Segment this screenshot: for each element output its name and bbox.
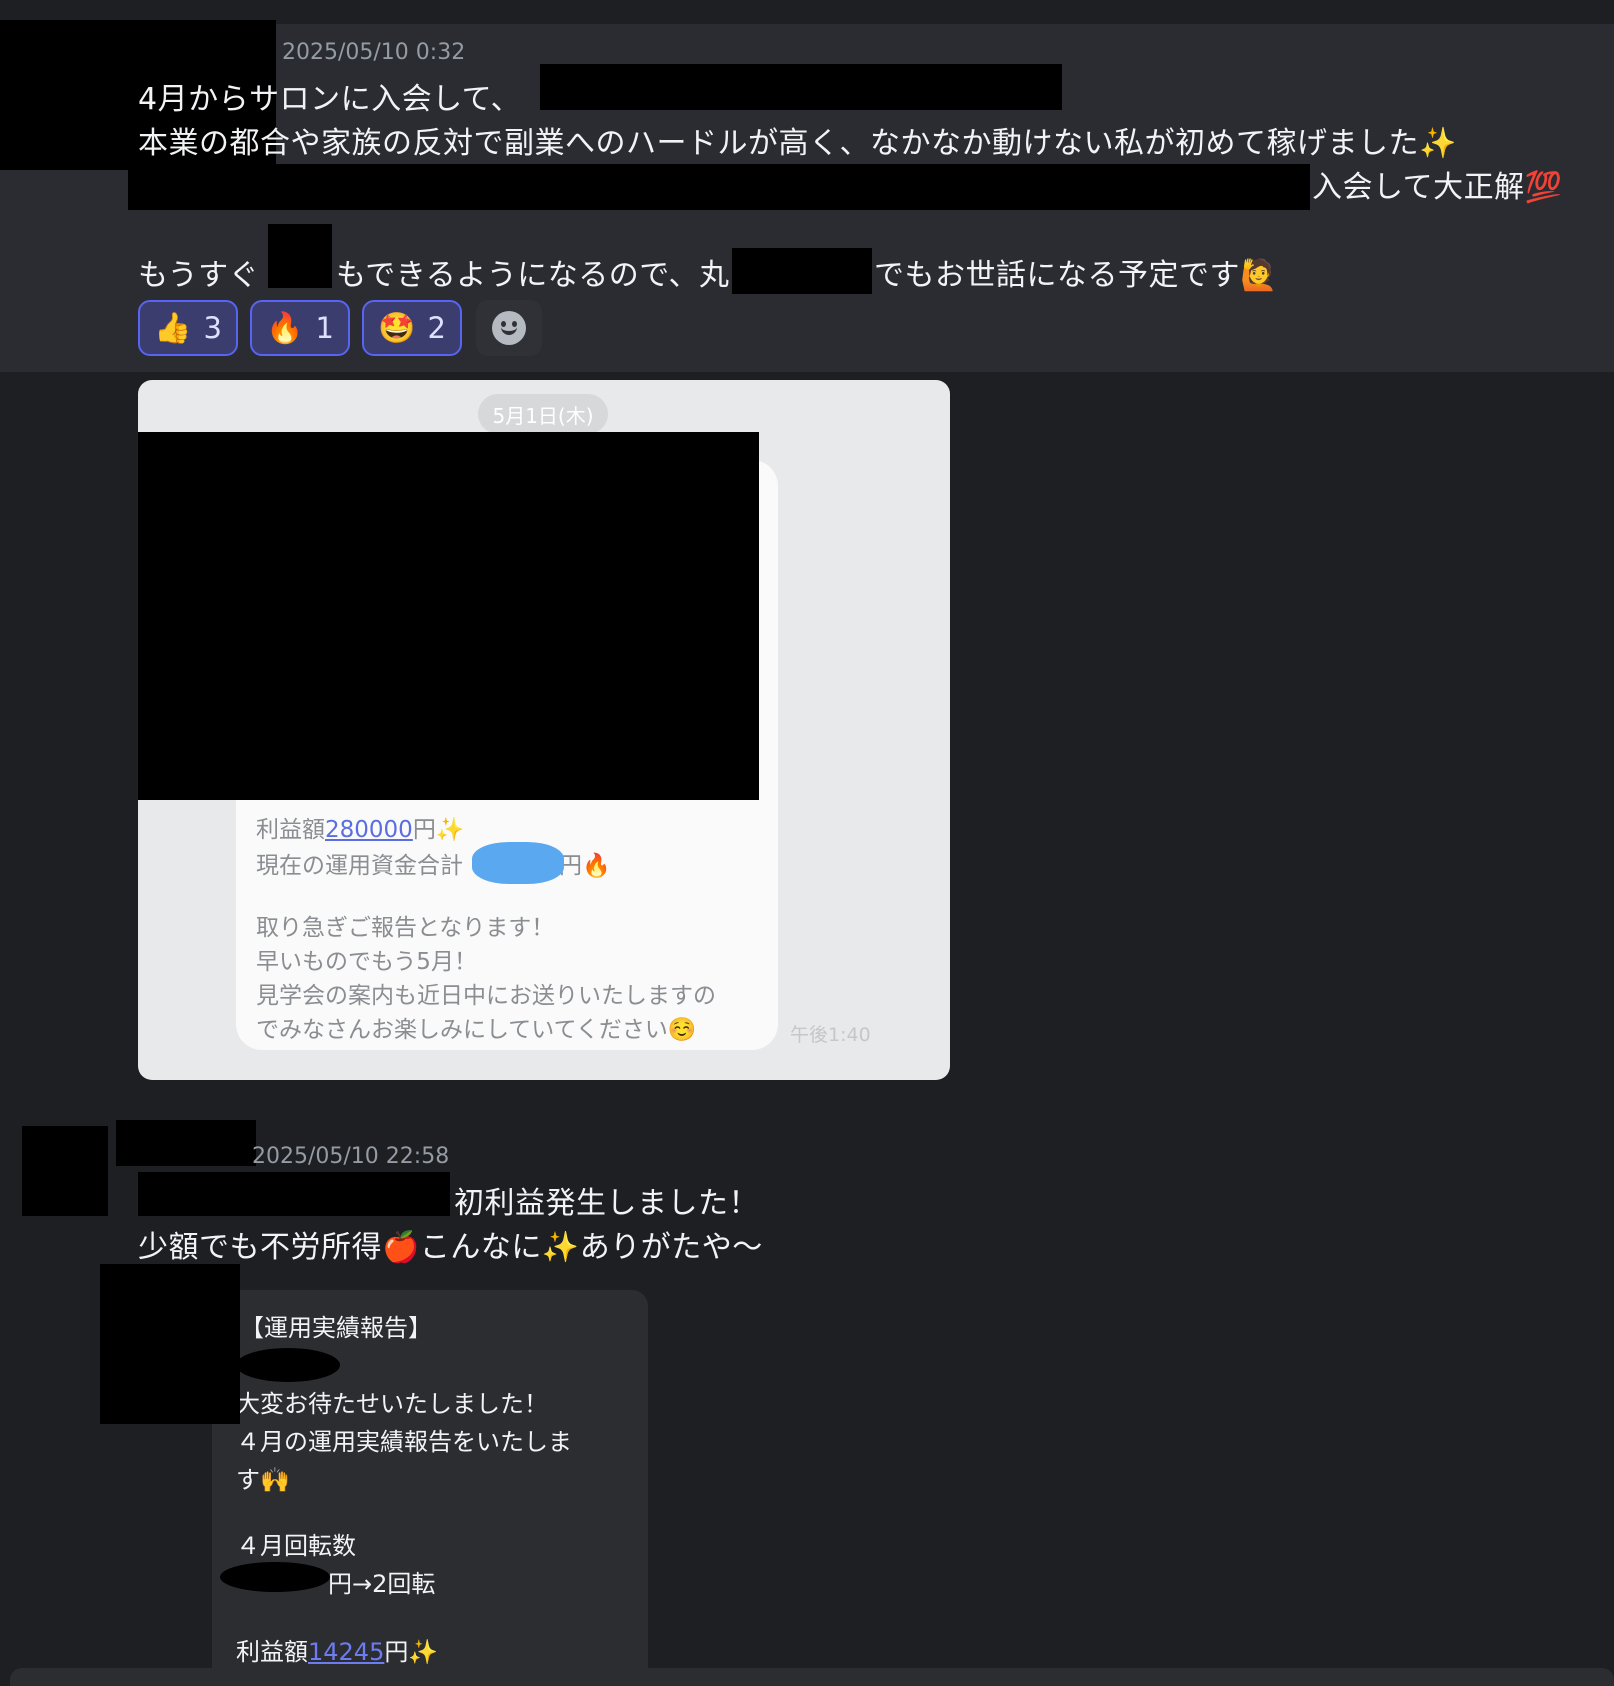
redacted-region xyxy=(100,1264,240,1424)
bubble-time: 午後1:40 xyxy=(790,1024,871,1046)
reaction-count: 2 xyxy=(427,311,446,345)
message-text-line: 4月からサロンに入会して、 xyxy=(138,82,522,117)
redacted-text xyxy=(268,224,332,288)
redacted-scribble xyxy=(236,1348,340,1382)
report-text: 大変お待たせいたしました！ xyxy=(236,1390,548,1418)
message-text-line: でもお世話になる予定です🙋 xyxy=(874,258,1278,293)
image-attachment[interactable]: 5月1日(木) 利益額280000円✨ 現在の運用資金合計 円🔥 取り急ぎご報告と… xyxy=(138,380,950,1080)
message-timestamp: 2025/05/10 0:32 xyxy=(282,40,466,65)
report-text: ４月回転数 xyxy=(236,1532,356,1560)
fire-icon: 🔥 xyxy=(266,310,304,346)
redacted-avatar xyxy=(22,1126,108,1216)
redacted-text xyxy=(128,164,1310,210)
reaction-count: 1 xyxy=(315,311,334,345)
message-text-line: 初利益発生しました！ xyxy=(454,1186,759,1221)
message-timestamp: 2025/05/10 22:58 xyxy=(252,1144,450,1169)
chat-view: 2025/05/10 0:32 4月からサロンに入会して、 本業の都合や家族の反… xyxy=(0,0,1614,1686)
reaction-star-struck[interactable]: 🤩 2 xyxy=(362,300,462,356)
redacted-username xyxy=(116,1120,256,1166)
bubble-text: 見学会の案内も近日中にお送りいたしますの xyxy=(256,983,716,1009)
message-text-line: もできるようになるので、丸 xyxy=(336,258,730,293)
thumbs-up-icon: 👍 xyxy=(154,310,192,346)
reaction-fire[interactable]: 🔥 1 xyxy=(250,300,350,356)
message-text-line: 少額でも不労所得🍎こんなに✨ありがたや〜 xyxy=(138,1230,763,1265)
report-text: ４月の運用実績報告をいたしま xyxy=(236,1428,572,1456)
report-text: す🙌 xyxy=(236,1466,290,1494)
reaction-count: 3 xyxy=(203,311,222,345)
redacted-region xyxy=(138,432,759,800)
report-text: 円→2回転 xyxy=(328,1570,436,1598)
message-input-bar[interactable] xyxy=(10,1668,1614,1686)
image-attachment[interactable]: 【運用実績報告】 大変お待たせいたしました！ ４月の運用実績報告をいたしま す🙌… xyxy=(212,1290,648,1686)
redacted-blob xyxy=(472,842,564,884)
redacted-text xyxy=(732,248,872,294)
add-reaction-button[interactable] xyxy=(476,300,542,356)
message-text-line: 入会して大正解💯 xyxy=(1312,170,1563,205)
bubble-text: でみなさんお楽しみにしていてください☺️ xyxy=(256,1017,697,1043)
redacted-text xyxy=(138,1172,450,1216)
profit-line: 利益額280000円✨ xyxy=(256,817,465,843)
redacted-scribble xyxy=(220,1562,330,1592)
message-text-line: もうすぐ xyxy=(138,258,260,293)
message-text-line: 本業の都合や家族の反対で副業へのハードルが高く、なかなか動けない私が初めて稼げま… xyxy=(138,126,1457,161)
bubble-text: 早いものでもう5月！ xyxy=(256,949,477,975)
bubble-text: 取り急ぎご報告となります！ xyxy=(256,915,555,941)
profit-line: 利益額14245円✨ xyxy=(236,1638,439,1666)
report-title: 【運用実績報告】 xyxy=(240,1314,432,1342)
redacted-text xyxy=(540,64,1062,110)
reaction-thumbs-up[interactable]: 👍 3 xyxy=(138,300,238,356)
add-reaction-icon xyxy=(492,311,526,345)
star-struck-icon: 🤩 xyxy=(378,310,416,346)
date-label: 5月1日(木) xyxy=(478,394,608,434)
